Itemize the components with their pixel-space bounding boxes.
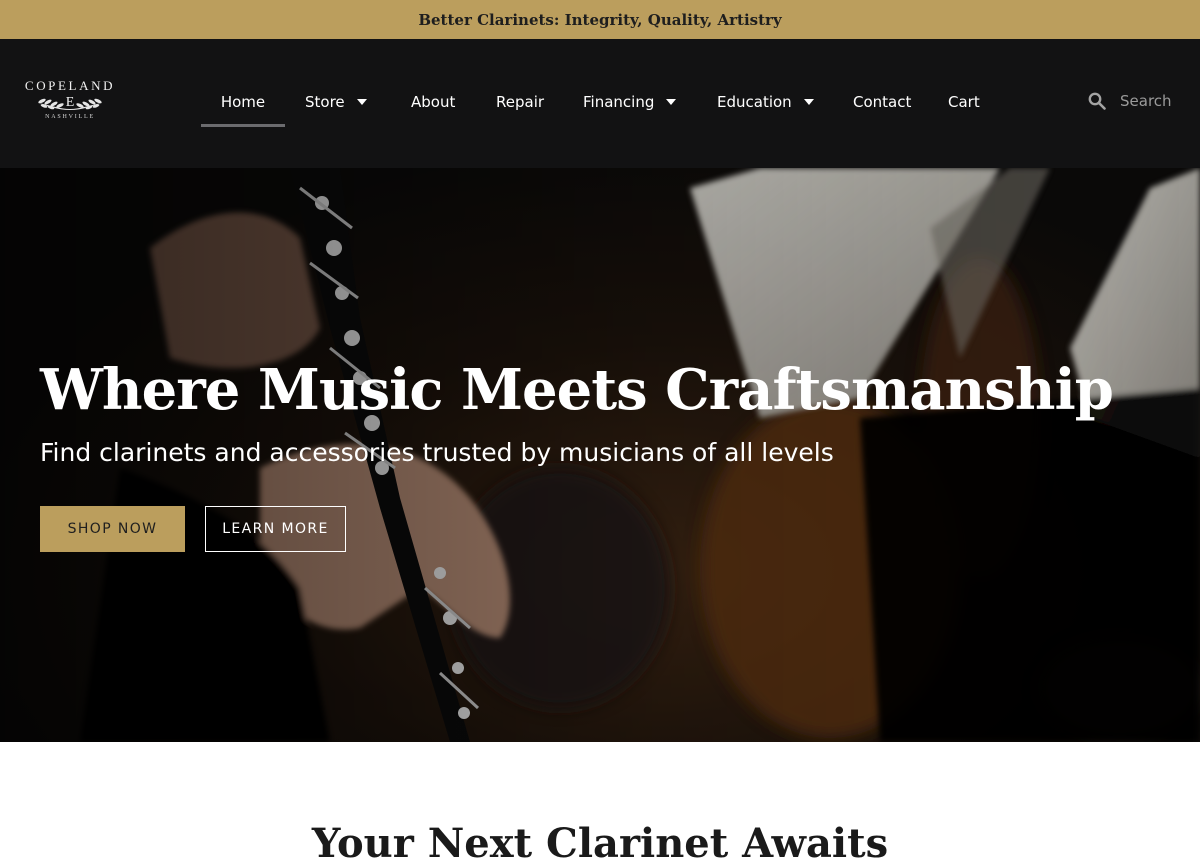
caret-down-icon <box>356 99 367 105</box>
hero-title: Where Music Meets Craftsmanship <box>40 357 1114 423</box>
nav-item-label: Education <box>717 93 792 111</box>
announcement-text: Better Clarinets: Integrity, Quality, Ar… <box>418 10 782 29</box>
nav-item-label: About <box>411 93 456 111</box>
hero-subtitle: Find clarinets and accessories trusted b… <box>40 438 834 467</box>
nav-item-store[interactable]: Store <box>305 78 367 126</box>
nav-item-education[interactable]: Education <box>717 78 814 126</box>
nav-item-cart[interactable]: Cart <box>948 78 980 126</box>
nav-item-label: Home <box>220 93 266 111</box>
brand-monogram: E <box>66 95 75 110</box>
search-bar <box>1088 92 1200 110</box>
announcement-bar: Better Clarinets: Integrity, Quality, Ar… <box>0 0 1200 39</box>
brand-city: NASHVILLE <box>45 114 95 120</box>
nav-item-label: Store <box>305 93 345 111</box>
laurel-emblem-icon: E <box>38 95 102 110</box>
shop-now-button[interactable]: SHOP NOW <box>40 506 185 552</box>
nav-item-home[interactable]: Home <box>201 78 285 127</box>
hero-banner: Where Music Meets Craftsmanship Find cla… <box>0 168 1200 742</box>
caret-down-icon <box>666 99 677 105</box>
caret-down-icon <box>803 99 814 105</box>
site-header: COPELAND E NASHVILLE Home Store About Re… <box>0 39 1200 168</box>
nav-item-label: Contact <box>853 93 912 111</box>
search-input[interactable] <box>1120 92 1200 110</box>
nav-item-label: Repair <box>496 93 545 111</box>
brand-name: COPELAND <box>24 78 116 93</box>
section-title: Your Next Clarinet Awaits <box>311 820 889 867</box>
nav-item-about[interactable]: About <box>411 78 455 126</box>
nav-item-financing[interactable]: Financing <box>583 78 677 126</box>
nav-item-contact[interactable]: Contact <box>853 78 911 126</box>
nav-item-label: Financing <box>583 93 655 111</box>
learn-more-button[interactable]: LEARN MORE <box>205 506 346 552</box>
search-icon[interactable] <box>1088 92 1106 110</box>
brand-logo[interactable]: COPELAND E NASHVILLE <box>22 79 118 129</box>
nav-item-label: Cart <box>948 93 980 111</box>
nav-item-repair[interactable]: Repair <box>496 78 544 126</box>
